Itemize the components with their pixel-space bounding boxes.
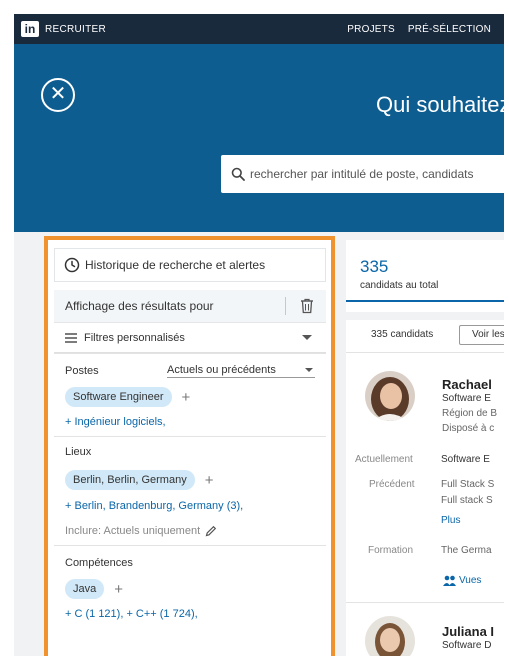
section-title: Compétences (65, 557, 133, 569)
custom-filters-dropdown[interactable]: Filtres personnalisés (54, 322, 326, 352)
add-icon[interactable]: + (182, 390, 191, 405)
filter-section-lieux: Lieux Berlin, Berlin, Germany + + Berlin… (54, 436, 326, 545)
divider (346, 352, 504, 353)
section-title: Postes (65, 365, 99, 377)
candidate-headline: Software D (442, 640, 492, 651)
previous-label: Précédent (369, 479, 415, 490)
nav-item-preselection[interactable]: PRÉ-SÉLECTION (408, 24, 491, 35)
postes-timeframe-select[interactable]: Actuels ou précédents (167, 364, 315, 378)
divider (285, 297, 286, 315)
search-input[interactable] (250, 167, 504, 181)
results-for-label: Affichage des résultats pour (65, 299, 214, 313)
total-count-label: candidats au total (360, 280, 439, 291)
section-title: Lieux (65, 446, 92, 458)
filter-pill-location[interactable]: Berlin, Berlin, Germany (65, 470, 195, 490)
current-value: Software E (441, 454, 490, 465)
hero-title: Qui souhaitez-vous trouver ? (376, 92, 504, 117)
trash-icon[interactable] (300, 298, 314, 314)
candidate-region: Région de B (442, 408, 498, 419)
divider (346, 602, 504, 603)
results-for-header: Affichage des résultats pour (54, 290, 326, 322)
candidates-count: 335 candidats (371, 329, 434, 340)
top-nav: in RECRUITER PROJETS PRÉ-SÉLECTION (14, 14, 504, 44)
more-link[interactable]: Plus (441, 515, 460, 526)
filter-pill-skill[interactable]: Java (65, 579, 105, 599)
nav-item-projets[interactable]: PROJETS (347, 24, 395, 35)
close-icon: ✕ (49, 83, 67, 105)
divider (346, 312, 504, 320)
search-icon (231, 167, 245, 181)
filter-pill-job-title[interactable]: Software Engineer (65, 387, 172, 407)
close-button[interactable]: ✕ (41, 78, 75, 112)
previous-value: Full Stack S (441, 479, 495, 490)
suggestion-link[interactable]: + Berlin, Brandenburg, Germany (3), (65, 500, 315, 512)
search-history-button[interactable]: Historique de recherche et alertes (54, 248, 326, 282)
candidate-headline: Software E (442, 393, 491, 404)
education-value: The Germa (441, 545, 492, 556)
search-hero: ✕ Qui souhaitez-vous trouver ? (14, 44, 504, 232)
nav-items: PROJETS PRÉ-SÉLECTION (347, 24, 504, 35)
candidate-name[interactable]: Juliana I (442, 624, 494, 639)
suggestion-link[interactable]: + C (1 121), + C++ (1 724), (65, 608, 315, 620)
search-box[interactable] (221, 155, 504, 193)
results-for-block: Affichage des résultats pour Filtres per… (54, 290, 326, 353)
custom-filters-label: Filtres personnalisés (84, 331, 185, 344)
education-label: Formation (368, 545, 414, 556)
views-link[interactable]: Vues (443, 575, 481, 586)
filter-section-competences: Compétences Java + + C (1 121), + C++ (1… (54, 545, 326, 628)
active-tab-underline (346, 300, 504, 302)
filter-section-postes: Postes Actuels ou précédents Software En… (54, 353, 326, 436)
logo[interactable]: in RECRUITER (21, 21, 106, 37)
pencil-icon[interactable] (205, 525, 217, 537)
add-icon[interactable]: + (205, 473, 214, 488)
candidate-name[interactable]: Rachael (442, 377, 492, 392)
select-value: Actuels ou précédents (167, 364, 276, 376)
filter-panel: Historique de recherche et alertes Affic… (44, 236, 335, 656)
candidate-availability: Disposé à c (442, 423, 495, 434)
history-label: Historique de recherche et alertes (85, 258, 266, 272)
chevron-down-icon (302, 335, 312, 340)
clock-icon (64, 257, 80, 273)
add-icon[interactable]: + (114, 582, 123, 597)
linkedin-logo-icon: in (21, 21, 39, 37)
people-icon (443, 575, 456, 586)
include-option[interactable]: Inclure: Actuels uniquement (65, 525, 315, 537)
avatar[interactable] (365, 616, 415, 656)
previous-value: Full stack S (441, 495, 493, 506)
suggestion-link[interactable]: + Ingénieur logiciels, (65, 416, 315, 428)
total-count: 335 (360, 257, 389, 276)
avatar[interactable] (365, 371, 415, 421)
views-label: Vues (459, 575, 482, 586)
filter-lines-icon (65, 332, 77, 343)
product-name: RECRUITER (45, 23, 107, 35)
current-label: Actuellement (355, 454, 413, 465)
chevron-down-icon (305, 368, 313, 372)
include-label: Inclure: Actuels uniquement (65, 525, 201, 537)
view-button[interactable]: Voir les (459, 325, 504, 345)
results-panel: 335 candidats au total 335 candidats Voi… (346, 240, 504, 656)
